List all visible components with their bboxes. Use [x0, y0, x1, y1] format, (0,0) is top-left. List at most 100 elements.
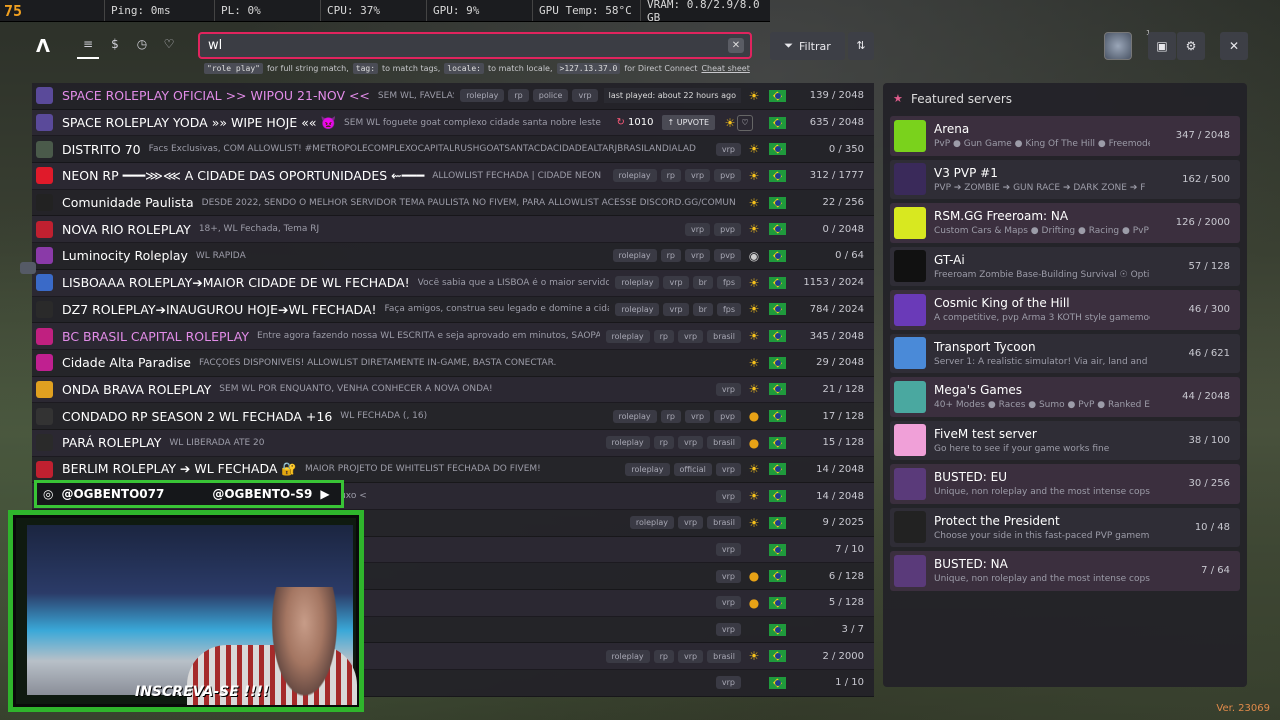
server-tag[interactable]: roleplay — [612, 249, 657, 263]
server-tag[interactable]: vrp — [715, 596, 741, 610]
server-tag[interactable]: rp — [653, 436, 674, 450]
server-row[interactable]: CONDADO RP SEASON 2 WL FECHADA +16 WL FEC… — [32, 403, 874, 430]
filter-button[interactable]: ⏷ Filtrar — [770, 32, 845, 60]
server-row[interactable]: NOVA RIO ROLEPLAY 18+, WL Fechada, Tema R… — [32, 216, 874, 244]
server-tag[interactable]: roleplay — [612, 409, 657, 423]
history-icon[interactable]: ◷ — [131, 37, 153, 55]
server-row[interactable]: SPACE ROLEPLAY OFICIAL >> WIPOU 21-NOV <… — [32, 83, 874, 110]
featured-server-icon — [894, 163, 926, 196]
server-tag[interactable]: rp — [508, 89, 529, 103]
featured-server-item[interactable]: BUSTED: EU Unique, non roleplay and the … — [890, 464, 1240, 504]
notifications-button[interactable]: ▣ — [1148, 32, 1176, 60]
featured-server-item[interactable]: RSM.GG Freeroam: NA Custom Cars & Maps ●… — [890, 203, 1240, 243]
server-tag[interactable]: pvp — [714, 169, 741, 183]
server-tag[interactable]: brasil — [707, 436, 741, 450]
sort-button[interactable]: ⇅ — [848, 32, 874, 60]
server-tag[interactable]: rp — [653, 329, 674, 343]
player-count: 9 / 2025 — [822, 517, 864, 529]
search-input[interactable]: wl ✕ — [198, 32, 752, 59]
server-tag[interactable]: vrp — [572, 89, 598, 103]
server-tag[interactable]: roleplay — [629, 516, 674, 530]
server-tag[interactable]: br — [692, 276, 713, 290]
server-tag[interactable]: police — [532, 89, 569, 103]
server-tag[interactable]: vrp — [715, 382, 741, 396]
featured-server-item[interactable]: V3 PVP #1 PVP ➔ ZOMBIE ➔ GUN RACE ➔ DARK… — [890, 159, 1240, 199]
server-tag[interactable]: vrp — [678, 516, 704, 530]
server-tag[interactable]: official — [673, 462, 712, 476]
server-tag[interactable]: fps — [716, 276, 741, 290]
dollar-icon[interactable]: $ — [104, 37, 126, 55]
server-tag[interactable]: vrp — [663, 276, 689, 290]
fivem-logo-icon[interactable]: Λ — [36, 36, 56, 57]
server-row[interactable]: NEON RP ━━━⋙⋘ A CIDADE DAS OPORTUNIDADES… — [32, 163, 874, 190]
server-tags: roleplay rp vrp brasil — [605, 329, 741, 343]
server-tag[interactable]: rp — [660, 169, 681, 183]
server-tag[interactable]: rp — [660, 409, 681, 423]
server-tag[interactable]: brasil — [707, 649, 741, 663]
server-row[interactable]: SPACE ROLEPLAY YODA »» WIPE HOJE «« 👿 SEM… — [32, 109, 874, 137]
server-tag[interactable]: vrp — [685, 169, 711, 183]
server-row[interactable]: Comunidade Paulista DESDE 2022, SENDO O M… — [32, 190, 874, 217]
server-tag[interactable]: vrp — [685, 249, 711, 263]
server-tag[interactable]: vrp — [685, 409, 711, 423]
server-tag[interactable]: roleplay — [615, 276, 660, 290]
featured-server-item[interactable]: Cosmic King of the Hill A competitive, p… — [890, 290, 1240, 330]
featured-server-item[interactable]: Mega's Games 40+ Modes ● Races ● Sumo ● … — [890, 377, 1240, 417]
server-tag[interactable]: roleplay — [605, 329, 650, 343]
server-tag[interactable]: br — [692, 302, 713, 316]
exit-button[interactable]: ✕ — [1220, 32, 1248, 60]
server-tag[interactable]: vrp — [715, 623, 741, 637]
server-row[interactable]: LISBOAAA ROLEPLAY➔MAIOR CIDADE DE WL FEC… — [32, 269, 874, 297]
server-row[interactable]: Cidade Alta Paradise FACÇÕES DISPONÍVEIS!… — [32, 350, 874, 377]
server-tag[interactable]: vrp — [715, 676, 741, 690]
server-tag[interactable]: vrp — [663, 302, 689, 316]
server-tag[interactable]: vrp — [715, 543, 741, 557]
featured-server-item[interactable]: GT-Ai Freeroam Zombie Base-Building Surv… — [890, 246, 1240, 286]
server-tag[interactable]: vrp — [678, 329, 704, 343]
server-tag[interactable]: vrp — [678, 649, 704, 663]
featured-server-item[interactable]: Transport Tycoon Server 1: A realistic s… — [890, 333, 1240, 373]
heart-icon[interactable]: ♡ — [158, 37, 180, 55]
server-tag[interactable]: pvp — [714, 409, 741, 423]
server-row[interactable]: BC BRASIL CAPITAL ROLEPLAY Entre agora fa… — [32, 323, 874, 350]
server-tag[interactable]: vrp — [715, 489, 741, 503]
brazil-flag-icon — [769, 89, 786, 102]
favorite-heart-icon[interactable]: ♡ — [737, 114, 753, 131]
settings-button[interactable]: ⚙ — [1177, 32, 1205, 60]
server-row[interactable]: ONDA BRAVA ROLEPLAY SEM WL POR ENQUANTO, … — [32, 376, 874, 404]
list-icon[interactable]: ≡ — [77, 37, 99, 59]
server-tag[interactable]: vrp — [685, 222, 711, 236]
featured-server-item[interactable]: Arena PvP ● Gun Game ● King Of The Hill … — [890, 116, 1240, 156]
server-tag[interactable]: rp — [660, 249, 681, 263]
server-tag[interactable]: fps — [716, 302, 741, 316]
discord-icon[interactable] — [20, 262, 36, 274]
upvote-button[interactable]: ↑ UPVOTE — [661, 115, 715, 131]
server-row[interactable]: Luminocity Roleplay WL RÁPIDA roleplay rp vr… — [32, 243, 874, 270]
server-row[interactable]: PARÁ ROLEPLAY WL LIBERADA ATÉ 20 roleplay r… — [32, 429, 874, 457]
server-tag[interactable]: roleplay — [460, 89, 505, 103]
server-tag[interactable]: vrp — [715, 569, 741, 583]
boost-icon: ↻ — [616, 117, 625, 129]
server-tag[interactable]: pvp — [714, 222, 741, 236]
server-tag[interactable]: vrp — [678, 436, 704, 450]
featured-server-item[interactable]: FiveM test server Go here to see if your… — [890, 420, 1240, 460]
server-tag[interactable]: rp — [653, 649, 674, 663]
server-tag[interactable]: brasil — [707, 516, 741, 530]
clear-search-icon[interactable]: ✕ — [728, 38, 744, 53]
server-row[interactable]: DZ7 ROLEPLAY➔INAUGUROU HOJE➔WL FECHADA! F… — [32, 297, 874, 324]
server-tag[interactable]: roleplay — [605, 649, 650, 663]
featured-server-item[interactable]: BUSTED: NA Unique, non roleplay and the … — [890, 551, 1240, 591]
server-tag[interactable]: vrp — [715, 462, 741, 476]
server-tag[interactable]: roleplay — [625, 462, 670, 476]
avatar[interactable] — [1104, 32, 1132, 60]
server-tag[interactable]: vrp — [715, 142, 741, 156]
server-tag[interactable]: brasil — [707, 329, 741, 343]
featured-server-item[interactable]: Protect the President Choose your side i… — [890, 507, 1240, 547]
featured-server-icon — [894, 293, 926, 326]
server-row[interactable]: DISTRITO 70 Facs Exclusivas, COM ALLOWLIS… — [32, 136, 874, 164]
cheat-sheet-link[interactable]: Cheat sheet — [701, 64, 749, 73]
server-tag[interactable]: roleplay — [612, 169, 657, 183]
server-tag[interactable]: pvp — [714, 249, 741, 263]
server-tag[interactable]: roleplay — [615, 302, 660, 316]
server-tag[interactable]: roleplay — [605, 436, 650, 450]
